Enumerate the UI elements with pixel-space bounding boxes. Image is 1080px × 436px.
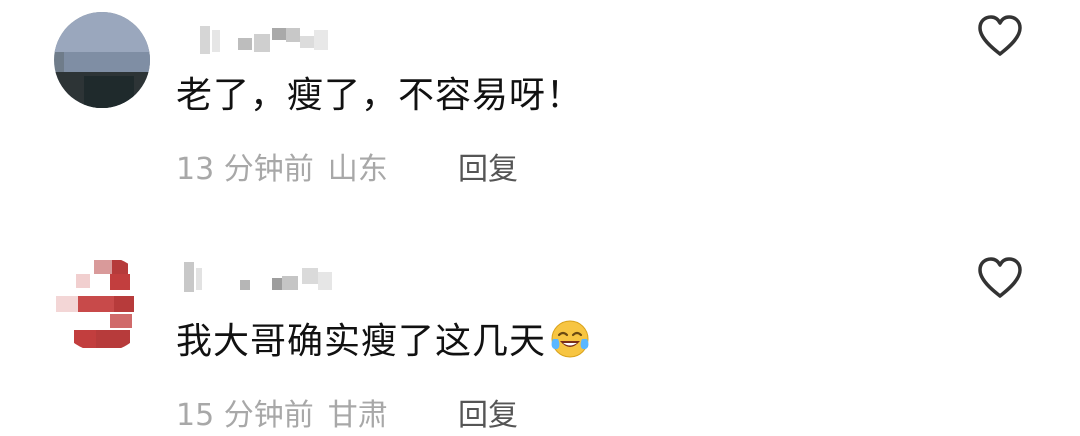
comment-location: 山东 [327,152,388,187]
username-blurred[interactable] [178,258,368,302]
username-blurred[interactable] [178,18,338,62]
comment-text: 我大哥确实瘦了这几天 [176,312,590,364]
like-button[interactable] [976,14,1024,58]
reply-button[interactable]: 回复 [458,144,518,188]
crying-laughing-emoji-icon [550,319,590,359]
comment-text: 老了，瘦了，不容易呀！ [176,75,584,116]
like-button[interactable] [976,256,1024,300]
comment-time: 13 分钟前 [176,152,314,187]
heart-outline-icon [978,257,1022,298]
comment-location: 甘肃 [327,398,388,433]
comment-time: 15 分钟前 [176,398,314,433]
avatar[interactable] [54,12,150,108]
comment-text-body: 我大哥确实瘦了这几天 [176,321,547,362]
comment-item: 我大哥确实瘦了这几天 15 分钟前 甘肃 回复 [0,240,1080,436]
avatar[interactable] [54,256,150,352]
reply-button[interactable]: 回复 [458,390,518,434]
comment-meta: 13 分钟前 山东 回复 [176,144,518,188]
comment-meta: 15 分钟前 甘肃 回复 [176,390,518,434]
heart-outline-icon [978,15,1022,56]
comment-item: 老了，瘦了，不容易呀！ 13 分钟前 山东 回复 [0,0,1080,220]
